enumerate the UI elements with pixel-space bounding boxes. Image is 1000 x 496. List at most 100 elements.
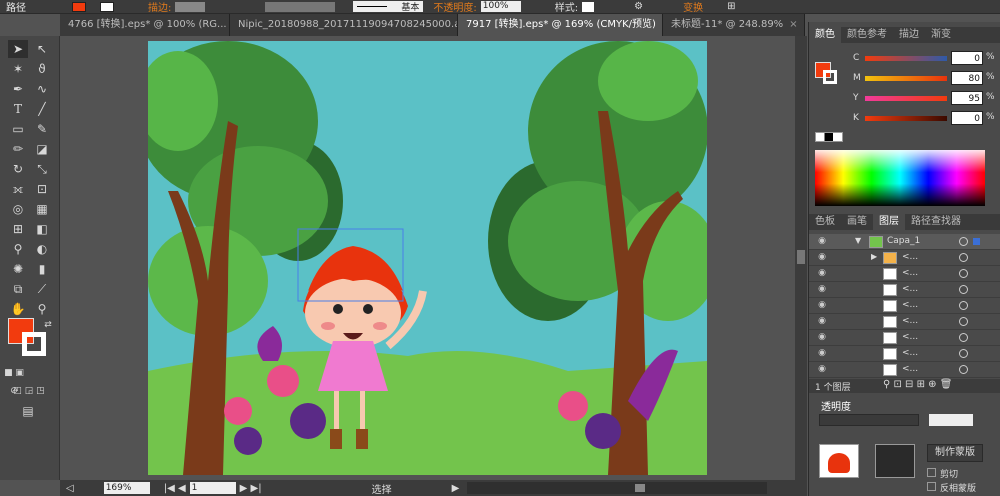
black-slider[interactable]	[865, 116, 947, 121]
black-input[interactable]: 0	[951, 111, 983, 125]
layer-name[interactable]: <...	[902, 364, 918, 374]
color-mode-icon[interactable]: ■ ▣ ⊘	[4, 364, 24, 396]
visibility-eye-icon[interactable]: ◉	[815, 300, 829, 312]
page-nav-icon[interactable]: |◀ ◀	[164, 483, 186, 494]
cyan-slider[interactable]	[865, 56, 947, 61]
line-tool-icon[interactable]: ╱	[32, 100, 52, 118]
layer-name[interactable]: <...	[902, 348, 918, 358]
page-next-icon[interactable]: ▶ ▶|	[240, 483, 262, 494]
target-icon[interactable]	[959, 349, 968, 358]
magic-wand-icon[interactable]: ✶	[8, 60, 28, 78]
invert-mask-checkbox[interactable]	[927, 482, 936, 491]
opacity-field[interactable]: 100%	[480, 1, 521, 12]
eraser-icon[interactable]: ◪	[32, 140, 52, 158]
sublayer-row[interactable]: ◉ <...	[809, 298, 1000, 314]
width-tool-icon[interactable]: ⟗	[8, 180, 28, 198]
tab-color[interactable]: 颜色	[809, 27, 841, 43]
tab-swatches[interactable]: 色板	[809, 214, 841, 230]
sublayer-row[interactable]: ◉ ▶ <...	[809, 250, 1000, 266]
page-field[interactable]: 1	[189, 482, 236, 494]
make-mask-button[interactable]: 制作蒙版	[927, 444, 983, 462]
slice-tool-icon[interactable]: ⟋	[32, 280, 52, 298]
target-icon[interactable]	[959, 269, 968, 278]
target-icon[interactable]	[959, 317, 968, 326]
tab-stroke[interactable]: 描边	[893, 27, 925, 43]
pencil-icon[interactable]: ✏	[8, 140, 28, 158]
footer-icons[interactable]: ⚲ ⊡ ⊟ ⊞ ⊕ 🗑	[883, 379, 952, 390]
close-icon[interactable]: ×	[789, 19, 797, 30]
magenta-input[interactable]: 80	[951, 71, 983, 85]
style-swatch[interactable]	[582, 1, 595, 12]
gear-icon[interactable]: ⚙	[634, 1, 643, 12]
target-icon[interactable]	[959, 253, 968, 262]
tab-document-2[interactable]: Nipic_20180988_20171119094708245000.ai*×	[230, 14, 458, 36]
tab-gradient[interactable]: 渐变	[925, 27, 957, 43]
selection-tool-icon[interactable]: ➤	[8, 40, 28, 58]
visibility-eye-icon[interactable]: ◉	[815, 236, 829, 248]
tab-document-1[interactable]: 4766 [转换].eps* @ 100% (RG...×	[60, 14, 230, 36]
rotate-tool-icon[interactable]: ↻	[8, 160, 28, 178]
visibility-eye-icon[interactable]: ◉	[815, 332, 829, 344]
target-icon[interactable]	[959, 285, 968, 294]
tab-document-3[interactable]: 7917 [转换].eps* @ 169% (CMYK/预览)×	[458, 14, 663, 36]
layer-name[interactable]: <...	[902, 332, 918, 342]
magenta-slider[interactable]	[865, 76, 947, 81]
scroll-thumb[interactable]	[635, 484, 646, 492]
visibility-eye-icon[interactable]: ◉	[815, 316, 829, 328]
cyan-input[interactable]: 0	[951, 51, 983, 65]
sublayer-row[interactable]: ◉ <...	[809, 314, 1000, 330]
target-icon[interactable]	[959, 237, 968, 246]
zoom-field[interactable]: 169%	[103, 482, 150, 494]
layer-name[interactable]: <...	[902, 284, 918, 294]
direct-selection-tool-icon[interactable]: ↖	[32, 40, 52, 58]
status-menu-icon[interactable]: ▶	[452, 483, 460, 494]
stroke-weight-field[interactable]	[175, 1, 206, 12]
swap-colors-icon[interactable]: ⇄	[38, 316, 58, 334]
blend-tool-icon[interactable]: ◐	[32, 240, 52, 258]
draw-mode-icon[interactable]: ◰ ◲ ◳	[4, 382, 54, 400]
layer-row-top[interactable]: ◉ ▼ Capa_1	[809, 234, 1000, 250]
opacity-input[interactable]	[929, 414, 973, 426]
vertical-scrollbar[interactable]	[795, 36, 807, 480]
layer-name[interactable]: <...	[902, 268, 918, 278]
artboard[interactable]	[148, 41, 707, 475]
nav-first-icon[interactable]: ◁	[66, 483, 74, 494]
color-spectrum[interactable]	[815, 150, 985, 206]
sublayer-row[interactable]: ◉ <...	[809, 266, 1000, 282]
layer-name[interactable]: Capa_1	[887, 236, 920, 246]
visibility-eye-icon[interactable]: ◉	[815, 252, 829, 264]
shape-builder-icon[interactable]: ◎	[8, 200, 28, 218]
tab-layers[interactable]: 图层	[873, 214, 905, 230]
mesh-tool-icon[interactable]: ⊞	[8, 220, 28, 238]
stroke-profile-field[interactable]: 基本	[353, 1, 424, 13]
visibility-eye-icon[interactable]: ◉	[815, 284, 829, 296]
yellow-slider[interactable]	[865, 96, 947, 101]
free-transform-icon[interactable]: ⊡	[32, 180, 52, 198]
sublayer-row[interactable]: ◉ <...	[809, 330, 1000, 346]
hand-tool-icon[interactable]: ✋	[8, 300, 28, 318]
tab-brushes[interactable]: 画笔	[841, 214, 873, 230]
target-icon[interactable]	[959, 365, 968, 374]
variable-width-field[interactable]	[265, 1, 336, 12]
pen-tool-icon[interactable]: ✒	[8, 80, 28, 98]
sublayer-row[interactable]: ◉ <...	[809, 362, 1000, 378]
screen-mode-icon[interactable]: ▤	[18, 402, 38, 420]
stroke-color-icon[interactable]	[22, 332, 46, 356]
fill-swatch[interactable]	[72, 1, 86, 12]
visibility-eye-icon[interactable]: ◉	[815, 348, 829, 360]
blend-mode-dropdown[interactable]	[819, 414, 919, 426]
sublayer-row[interactable]: ◉ <...	[809, 346, 1000, 362]
artboard-tool-icon[interactable]: ⧉	[8, 280, 28, 298]
layer-name[interactable]: <...	[902, 300, 918, 310]
curvature-icon[interactable]: ∿	[32, 80, 52, 98]
symbol-sprayer-icon[interactable]: ✺	[8, 260, 28, 278]
tab-document-4[interactable]: 未标题-11* @ 248.89% ×	[663, 14, 805, 36]
type-tool-icon[interactable]: T	[8, 100, 28, 118]
perspective-grid-icon[interactable]: ▦	[32, 200, 52, 218]
clip-checkbox[interactable]	[927, 468, 936, 477]
target-icon[interactable]	[959, 301, 968, 310]
rectangle-tool-icon[interactable]: ▭	[8, 120, 28, 138]
yellow-input[interactable]: 95	[951, 91, 983, 105]
scroll-thumb[interactable]	[797, 250, 805, 264]
visibility-eye-icon[interactable]: ◉	[815, 364, 829, 376]
